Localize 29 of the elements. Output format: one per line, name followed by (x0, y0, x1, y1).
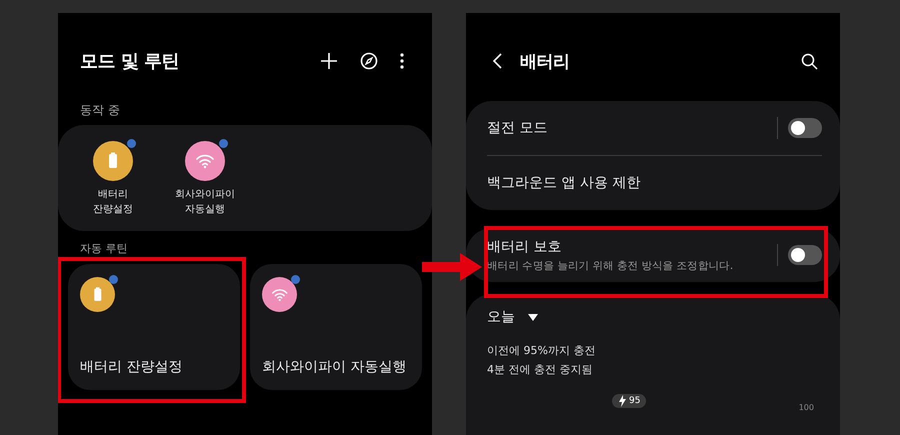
usage-text: 이전에 95%까지 충전 (487, 343, 596, 358)
setting-label[interactable]: 배터리 보호 (487, 238, 562, 256)
routine-label[interactable]: 회사와이파이 자동실행 (175, 187, 235, 217)
compass-icon[interactable] (360, 52, 378, 70)
arrow-annotation (422, 253, 482, 281)
routine-label: 회사와이파이 자동실행 (262, 358, 408, 376)
section-label: 동작 중 (80, 102, 120, 119)
charge-badge: 95 (612, 394, 646, 408)
routine-label: 배터리 잔량설정 (80, 358, 184, 376)
routine-card[interactable]: 회사와이파이 자동실행 (250, 264, 422, 390)
routine-label[interactable]: 배터리 잔량설정 (93, 187, 133, 217)
setting-label[interactable]: 절전 모드 (487, 119, 548, 137)
setting-description: 배터리 수명을 늘리기 위해 충전 방식을 조정합니다. (487, 258, 734, 272)
period-dropdown[interactable]: 오늘 (487, 308, 515, 326)
section-label: 자동 루틴 (80, 241, 128, 256)
routine-card[interactable]: 배터리 잔량설정 (68, 264, 240, 390)
usage-text: 4분 전에 충전 중지됨 (487, 362, 592, 377)
add-icon[interactable] (320, 52, 338, 70)
screen-title: 모드 및 루틴 (80, 50, 180, 73)
back-icon[interactable] (493, 53, 502, 69)
bolt-icon (618, 395, 626, 407)
toggle-switch[interactable] (788, 245, 822, 265)
search-icon[interactable] (801, 52, 818, 70)
screen-title: 배터리 (520, 50, 570, 72)
dropdown-icon[interactable] (528, 314, 538, 320)
toggle-switch[interactable] (788, 118, 822, 138)
axis-label: 100 (798, 403, 814, 412)
more-options-icon[interactable] (400, 52, 404, 70)
setting-label[interactable]: 백그라운드 앱 사용 제한 (487, 174, 640, 192)
